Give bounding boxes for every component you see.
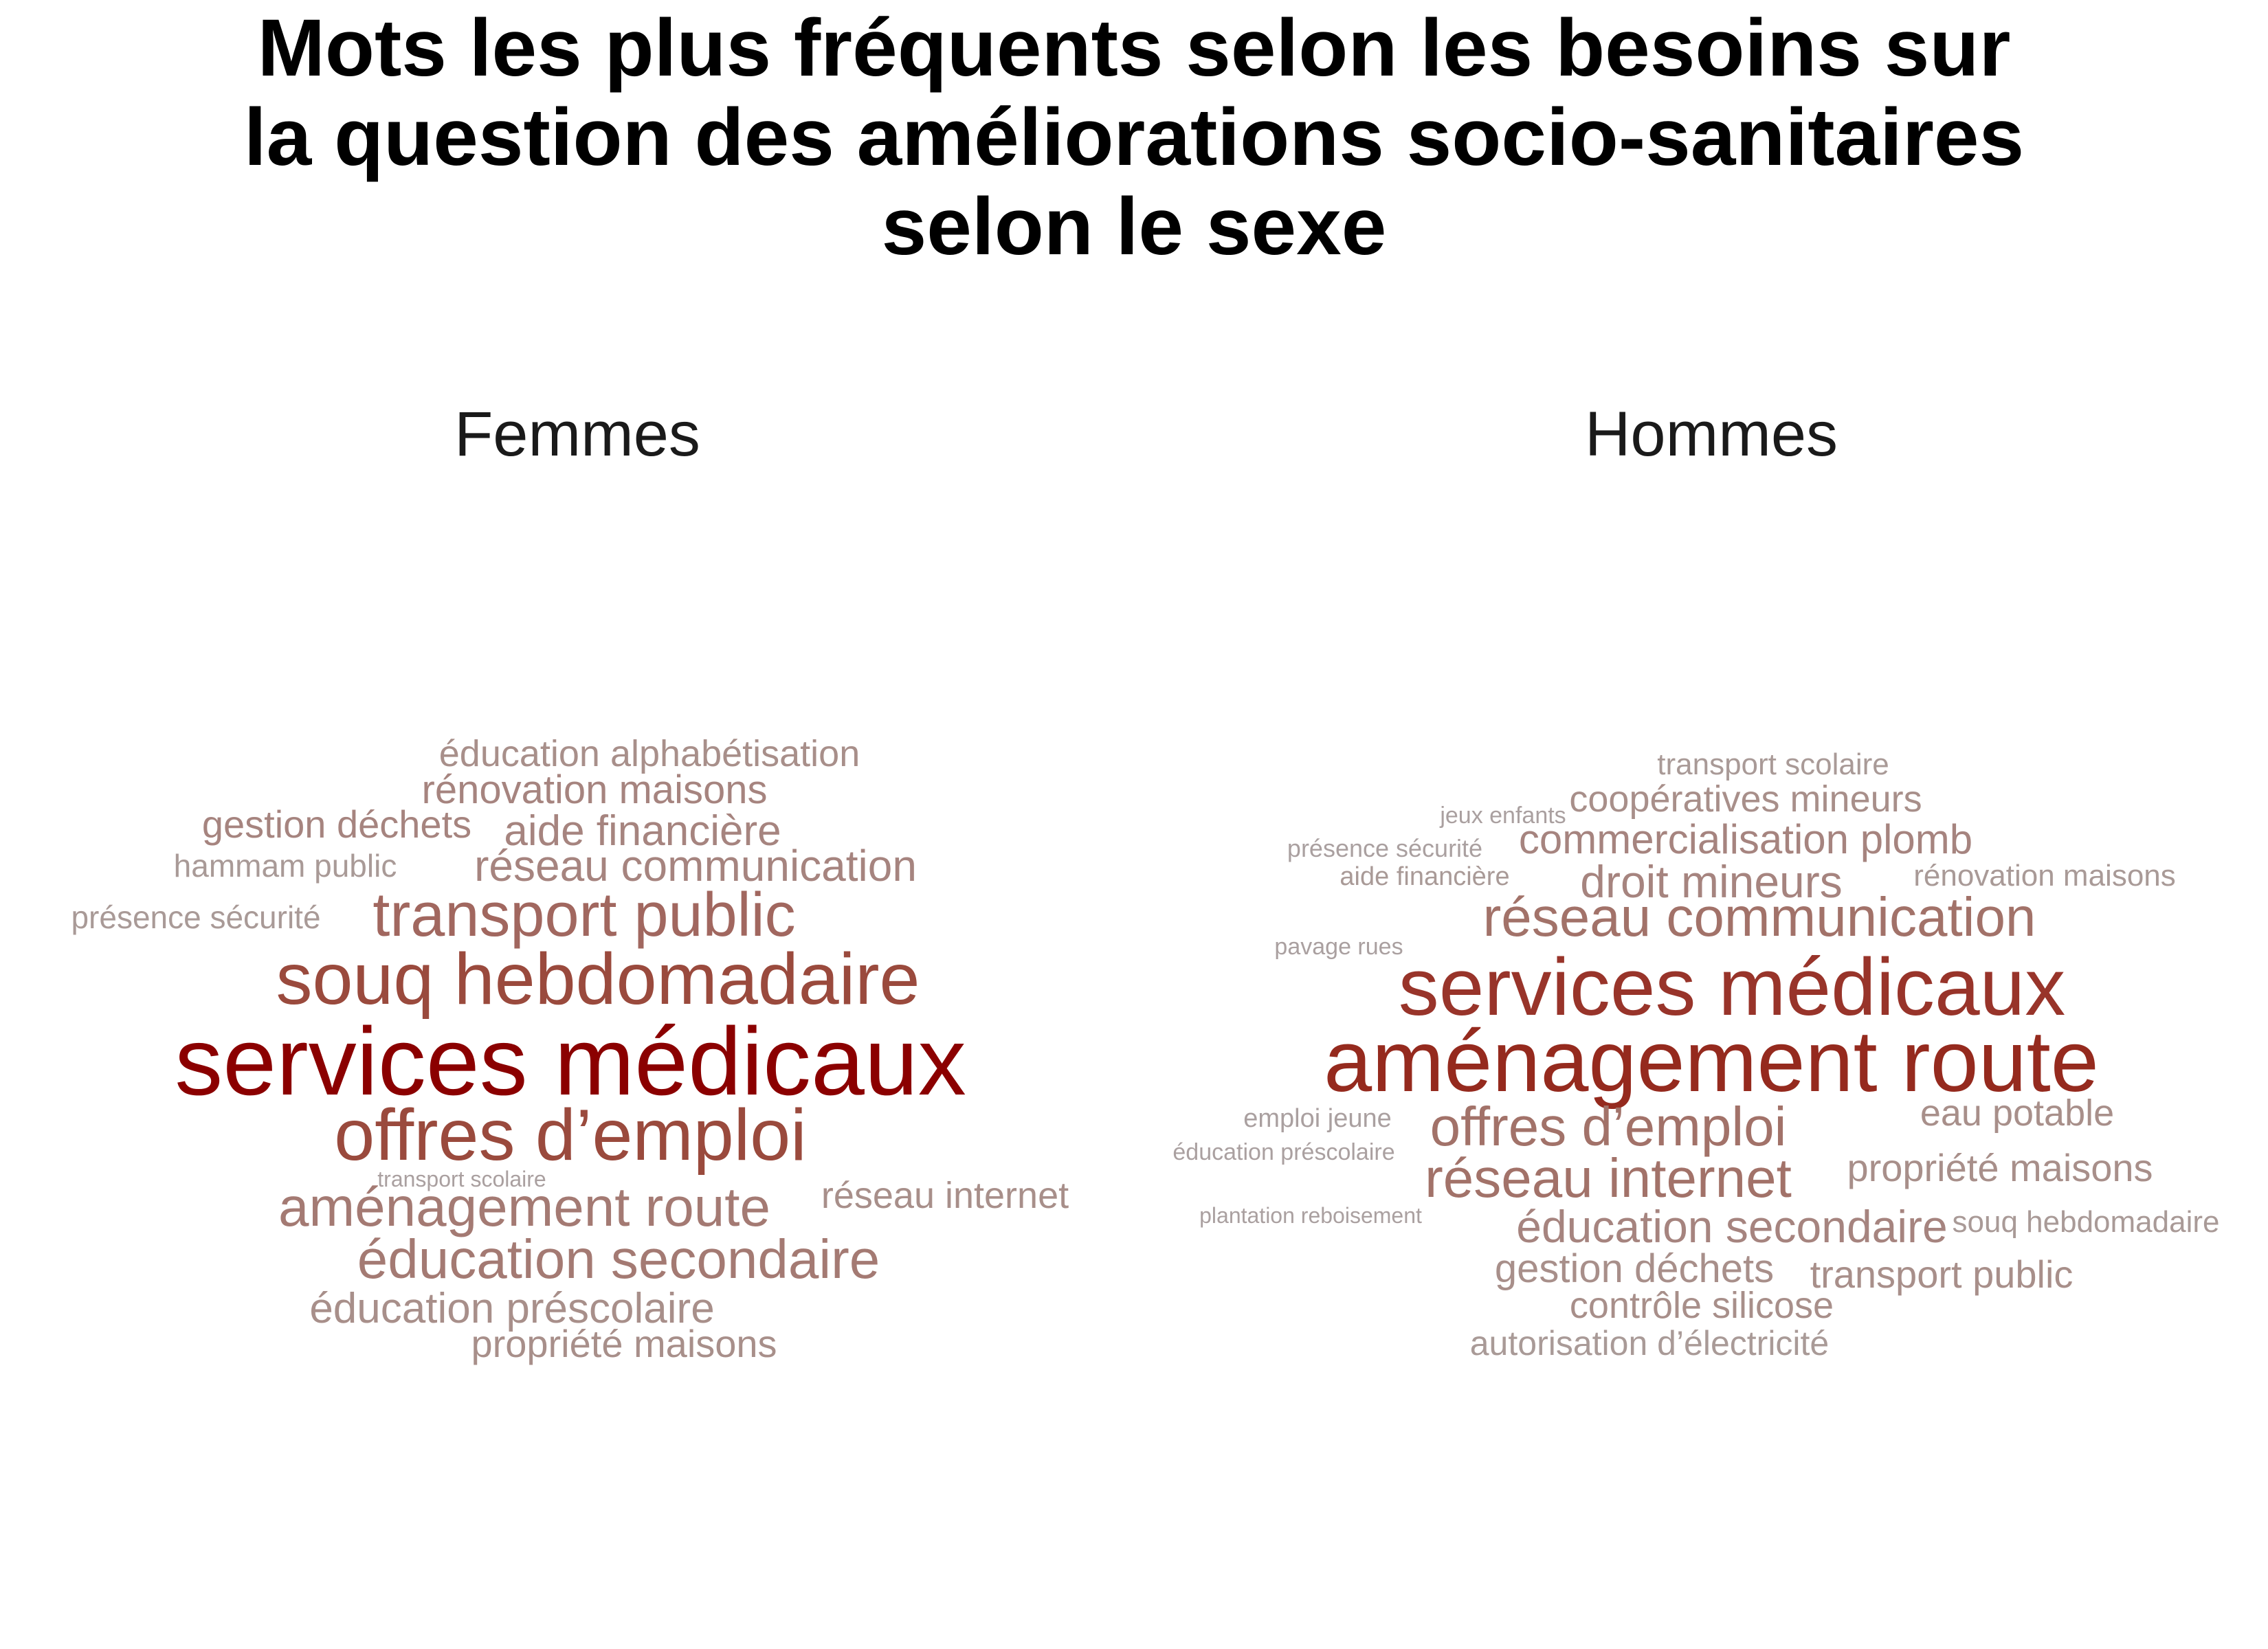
word-hommes-13: transport public [1810,1253,2074,1296]
word-hommes-2: services médicaux [1398,942,2066,1033]
word-cloud-figure: Mots les plus fréquents selon les besoin… [0,0,2268,1649]
word-hommes-24: éducation préscolaire [1172,1139,1395,1165]
word-hommes-4: offres d’emploi [1430,1096,1787,1157]
word-hommes-7: commercialisation plomb [1518,816,1973,862]
word-hommes-15: transport scolaire [1657,748,1889,781]
word-hommes-23: emploi jeune [1243,1104,1392,1133]
word-hommes-16: autorisation d’électricité [1469,1324,1830,1362]
word-hommes-25: plantation reboisement [1199,1203,1422,1228]
word-hommes-11: propriété maisons [1847,1146,2153,1189]
word-hommes-20: présence sécurité [1287,834,1483,862]
word-hommes-10: eau potable [1920,1092,2115,1134]
word-hommes-5: réseau internet [1425,1147,1792,1209]
word-hommes-19: aide financière [1339,862,1510,891]
word-hommes-9: coopératives mineurs [1569,778,1922,820]
word-hommes-17: souq hebdomadaire [1952,1205,2220,1239]
word-hommes-14: contrôle silicose [1569,1285,1834,1326]
word-hommes-8: éducation secondaire [1516,1201,1948,1252]
word-hommes-21: jeux enfants [1440,803,1566,829]
word-cloud-hommes: aménagement route services médicaux réseau… [0,0,2268,1649]
word-hommes-6: droit mineurs [1580,856,1843,907]
word-hommes-18: rénovation maisons [1913,859,2176,893]
word-hommes-22: pavage rues [1274,934,1403,960]
word-hommes-12: gestion déchets [1494,1246,1775,1291]
